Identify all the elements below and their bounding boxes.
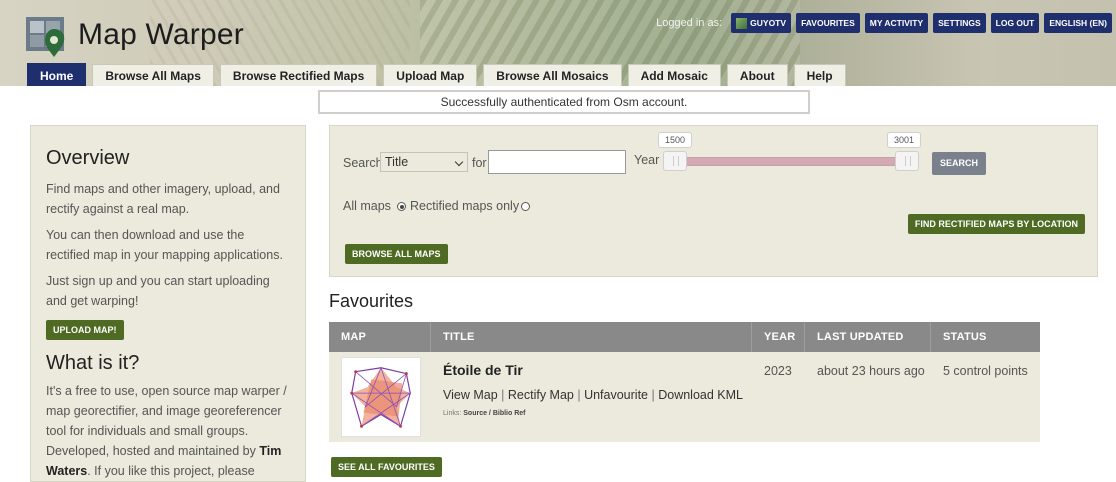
site-header: Map Warper Logged in as: GUYOTV FAVOURIT… (0, 0, 1116, 86)
map-year: 2023 (764, 364, 792, 378)
what-is-it-heading: What is it? (46, 352, 140, 374)
sidebar: Overview Find maps and other imagery, up… (30, 125, 306, 482)
map-thumbnail[interactable] (341, 357, 421, 437)
map-action-links: View Map | Rectify Map | Unfavourite | D… (443, 388, 743, 402)
upload-map-button[interactable]: UPLOAD MAP! (46, 320, 124, 340)
status-cell: 5 control points (931, 352, 1040, 442)
favourites-table: MAP TITLE YEAR LAST UPDATED STATUS Étoil… (329, 322, 1040, 442)
favourites-heading: Favourites (329, 291, 414, 311)
year-range-slider[interactable] (673, 157, 913, 166)
settings-button[interactable]: SETTINGS (933, 13, 986, 33)
what-is-it-text-a: It's a free to use, open source map warp… (46, 384, 287, 458)
tab-browse-rectified-maps[interactable]: Browse Rectified Maps (219, 64, 378, 86)
view-map-link[interactable]: View Map (443, 388, 498, 402)
year-max-handle[interactable] (895, 151, 919, 171)
find-rectified-maps-by-location-button[interactable]: FIND RECTIFIED MAPS BY LOCATION (907, 214, 1085, 234)
author-link[interactable]: Tim (259, 444, 281, 458)
col-title[interactable]: TITLE (431, 322, 752, 352)
user-bar: Logged in as: GUYOTV FAVOURITES MY ACTIV… (656, 13, 1112, 33)
all-maps-label: All maps (343, 199, 391, 213)
user-avatar-icon (736, 17, 748, 29)
search-label: Search (343, 156, 383, 170)
map-last-updated: about 23 hours ago (817, 364, 925, 378)
unfavourite-link[interactable]: Unfavourite (584, 388, 648, 402)
tab-browse-all-mosaics[interactable]: Browse All Mosaics (483, 64, 622, 86)
author-link-surname[interactable]: Waters (46, 464, 87, 478)
page: Map Warper Logged in as: GUYOTV FAVOURIT… (0, 0, 1116, 482)
search-field-selected: Title (385, 155, 409, 169)
log-out-button[interactable]: LOG OUT (990, 13, 1040, 33)
overview-heading: Overview (46, 147, 130, 169)
rectify-map-link[interactable]: Rectify Map (508, 388, 574, 402)
title-cell: Étoile de Tir View Map | Rectify Map | U… (431, 352, 752, 442)
rectified-only-label: Rectified maps only (410, 199, 520, 213)
overview-text-1: Find maps and other imagery, upload, and… (46, 182, 280, 216)
chevron-down-icon (454, 157, 464, 167)
map-title-link[interactable]: Étoile de Tir (443, 362, 752, 378)
search-button[interactable]: SEARCH (932, 152, 987, 175)
search-input[interactable] (488, 150, 626, 174)
see-all-favourites-button[interactable]: SEE ALL FAVOURITES (331, 457, 442, 477)
year-label: Year (634, 153, 660, 167)
year-min-handle[interactable] (663, 151, 687, 171)
year-max-tooltip: 3001 (887, 132, 922, 148)
source-links-prefix: Links: (443, 410, 462, 417)
language-button[interactable]: ENGLISH (EN) (1044, 13, 1112, 33)
col-status[interactable]: STATUS (931, 322, 1040, 352)
table-header: MAP TITLE YEAR LAST UPDATED STATUS (329, 322, 1040, 352)
tab-upload-map[interactable]: Upload Map (383, 64, 478, 86)
overview-text-3: Just sign up and you can start uploading… (46, 274, 270, 308)
year-cell: 2023 (752, 352, 805, 442)
col-map[interactable]: MAP (329, 322, 431, 352)
main-nav-tabs: Home Browse All Maps Browse Rectified Ma… (27, 63, 846, 86)
col-year[interactable]: YEAR (752, 322, 805, 352)
year-min-tooltip: 1500 (658, 132, 693, 148)
col-last-updated[interactable]: LAST UPDATED (805, 322, 931, 352)
tab-home[interactable]: Home (27, 63, 87, 86)
all-maps-radio[interactable] (397, 202, 406, 211)
rectified-only-radio[interactable] (521, 202, 530, 211)
flash-message: Successfully authenticated from Osm acco… (318, 90, 810, 114)
overview-text-2: You can then download and use the rectif… (46, 228, 283, 262)
table-row: Étoile de Tir View Map | Rectify Map | U… (329, 352, 1040, 442)
user-name: GUYOTV (750, 17, 787, 28)
search-panel: Search Title for Year 1500 3001 SEARCH A… (329, 125, 1098, 277)
for-label: for (472, 156, 487, 170)
browse-all-maps-button[interactable]: BROWSE ALL MAPS (345, 244, 448, 264)
logged-in-label: Logged in as: (656, 17, 723, 29)
favourites-button[interactable]: FAVOURITES (796, 13, 860, 33)
download-kml-link[interactable]: Download KML (658, 388, 743, 402)
updated-cell: about 23 hours ago (805, 352, 931, 442)
map-warper-logo-icon[interactable] (24, 13, 70, 57)
what-is-it-text: It's a free to use, open source map warp… (46, 381, 290, 481)
search-field-select[interactable]: Title (380, 152, 468, 172)
map-status: 5 control points (943, 364, 1028, 378)
tab-help[interactable]: Help (793, 64, 846, 86)
site-title[interactable]: Map Warper (78, 18, 244, 52)
tab-about[interactable]: About (726, 64, 788, 86)
what-is-it-text-b: . If you like this project, please (87, 464, 255, 478)
my-activity-button[interactable]: MY ACTIVITY (864, 13, 929, 33)
tab-browse-all-maps[interactable]: Browse All Maps (92, 64, 214, 86)
source-links: Links: Source / Biblio Ref (443, 410, 752, 417)
user-profile-button[interactable]: GUYOTV (731, 13, 792, 33)
source-biblio-link[interactable]: Source / Biblio Ref (463, 410, 525, 417)
tab-add-mosaic[interactable]: Add Mosaic (627, 64, 721, 86)
map-cell (329, 352, 431, 442)
